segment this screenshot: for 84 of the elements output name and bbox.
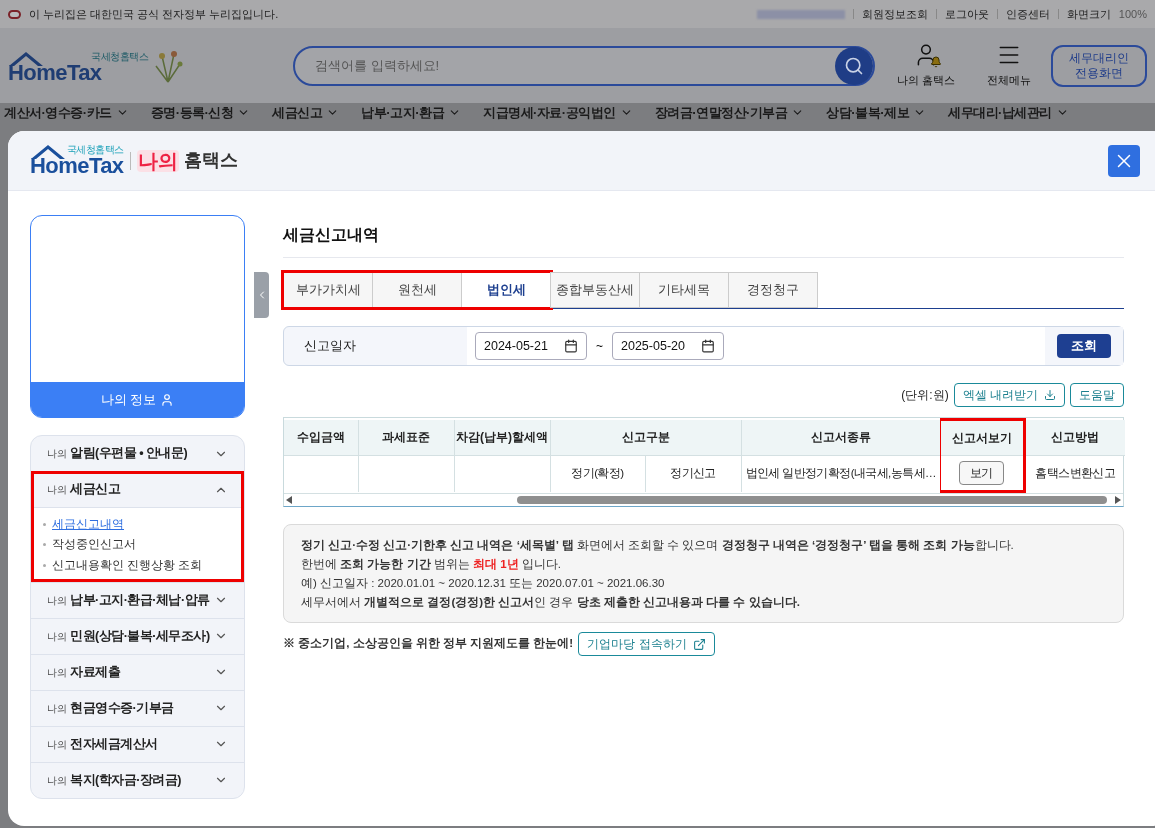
close-button[interactable] — [1108, 144, 1140, 177]
table-cell: 홈택스변환신고 — [1024, 455, 1125, 492]
column-header: 수입금액 — [284, 419, 358, 456]
excel-download-button[interactable]: 엑셀 내려받기 — [953, 383, 1065, 407]
hometax-logo[interactable]: 국세청홈택스 HomeTax — [30, 144, 124, 177]
dialog-heading: 홈택스 — [183, 149, 238, 172]
search-input[interactable]: 검색어를 입력하세요! — [315, 55, 835, 76]
agent-screen-button[interactable]: 세무대리인 전용화면 — [1051, 44, 1147, 87]
house-roof-icon — [30, 143, 66, 160]
column-header: 신고서종류 — [741, 419, 940, 456]
notice-text: 한번에 조회 가능한 기간 범위는 최대 1년 입니다. — [301, 557, 562, 572]
table-cell: 정기(확정) — [550, 455, 645, 492]
download-icon — [1044, 389, 1056, 401]
notice-text: 세무서에서 개별적으로 결정(경정)한 신고서인 경우 당초 제출한 신고내용과 다를 수 있습니다. — [301, 595, 801, 610]
notice-text: 예) 신고일자 : 2020.01.01 ~ 2020.12.31 또는 2020.07.01 ~ 2021.06.30 — [301, 576, 666, 591]
logo-subtitle: 국세청홈택스 — [66, 144, 124, 155]
logo-title: HomeTax — [30, 154, 124, 177]
nav-menu-item[interactable]: 세금신고 — [272, 103, 323, 123]
column-header: 과세표준 — [358, 419, 454, 456]
menu-section-header[interactable]: 나의 복지(학자금·장려금) — [31, 762, 244, 798]
date-field[interactable]: 2024-05-21 — [475, 332, 587, 360]
nav-menu-item[interactable]: 지급명세·자료·공익법인 — [483, 103, 616, 123]
tab[interactable]: 부가가치세 — [283, 272, 373, 308]
nav-menu-item[interactable]: 증명·등록·신청 — [150, 103, 234, 123]
tab[interactable]: 종합부동산세 — [550, 272, 640, 308]
help-button[interactable]: 도움말 — [1070, 383, 1124, 407]
support-text: ※ 중소기업, 소상공인을 위한 정부 지원제도를 한눈에! — [283, 636, 574, 652]
page-title: 세금신고내역 — [283, 225, 380, 245]
full-menu-button[interactable]: 전체메뉴 — [975, 42, 1043, 89]
banner-text: 이 누리집은 대한민국 공식 전자정부 누리집입니다. — [29, 6, 279, 22]
top-link[interactable]: 로그아웃 — [944, 5, 989, 23]
submenu-link[interactable]: 작성중인신고서 — [43, 536, 232, 554]
notice-text: 정기 신고·수정 신고·기한후 신고 내역은 ‘세목별’ 탭 화면에서 조회할 수 있으며 경정청구 내역은 ‘경정청구’ 탭을 통해 조회 가능합니다. — [301, 538, 1015, 553]
menu-section-header[interactable]: 나의 납부·고지·환급·체납·압류 — [31, 582, 244, 618]
bell-icon — [929, 56, 942, 69]
tab[interactable]: 원천세 — [372, 272, 462, 308]
menu-section-header[interactable]: 나의 현금영수증·기부금 — [31, 690, 244, 726]
top-link[interactable]: 회원정보조회 — [861, 5, 928, 23]
nav-menu-item[interactable]: 세무대리·납세관리 — [948, 103, 1052, 123]
nav-menu-item[interactable]: 납부·고지·환급 — [361, 103, 444, 123]
column-header: 신고방법 — [1024, 419, 1125, 456]
logo-title: HomeTax — [8, 61, 102, 84]
submenu-link[interactable]: 신고내용확인 진행상황 조회 — [43, 556, 232, 574]
view-button[interactable]: 보기 — [959, 461, 1004, 485]
menu-section-header[interactable]: 나의 전자세금계산서 — [31, 726, 244, 762]
submenu-link[interactable]: 세금신고내역 — [43, 516, 232, 534]
nav-menu-item[interactable]: 장려금·연말정산·기부금 — [654, 103, 788, 123]
nav-menu-item[interactable]: 계산서·영수증·카드 — [4, 103, 112, 123]
search-field[interactable]: 검색어를 입력하세요! — [293, 45, 875, 86]
menu-section-header[interactable]: 나의 자료제출 — [31, 654, 244, 690]
tab[interactable]: 기타세목 — [639, 272, 729, 308]
range-separator: ~ — [596, 338, 603, 355]
table-cell: 법인세 일반정기확정(내국세,농특세… — [741, 455, 940, 492]
horizontal-scrollbar[interactable] — [284, 493, 1123, 506]
column-header: 신고서보기 — [940, 419, 1024, 456]
menu-section-header[interactable]: 나의 민원(상담·불복·세무조사) — [31, 618, 244, 654]
bizinfo-link[interactable]: 기업마당 접속하기 — [578, 632, 715, 656]
my-hometax-button[interactable]: 나의 홈택스 — [884, 42, 967, 89]
calendar-icon — [564, 339, 578, 353]
my-info-button[interactable]: 나의 정보 — [31, 382, 244, 417]
column-header: 차감(납부)할세액 — [454, 419, 550, 456]
filter-label: 신고일자 — [303, 337, 357, 355]
search-icon — [844, 55, 864, 76]
search-button[interactable]: 조회 — [1057, 334, 1111, 358]
nav-menu-item[interactable]: 상담·불복·제보 — [826, 103, 910, 123]
zoom-label: 화면크기 — [1066, 6, 1111, 22]
menu-section-header[interactable]: 나의 세금신고 — [31, 472, 244, 507]
search-button[interactable] — [835, 46, 873, 85]
menu-section-header[interactable]: 나의 알림(우편물 • 안내문) — [31, 436, 244, 471]
zoom-value: 100% — [1118, 6, 1147, 22]
table-cell: 정기신고 — [645, 455, 741, 492]
date-field[interactable]: 2025-05-20 — [612, 332, 724, 360]
external-link-icon — [692, 637, 706, 651]
logo-subtitle: 국세청홈택스 — [91, 51, 148, 62]
dialog-heading-accent: 나의 — [136, 149, 179, 172]
user-icon — [160, 392, 175, 407]
collapse-handle[interactable] — [254, 272, 269, 318]
calendar-icon — [701, 339, 715, 353]
hometax-logo[interactable]: 국세청홈택스 HomeTax — [8, 51, 148, 84]
house-roof-icon — [8, 50, 44, 67]
column-header: 신고구분 — [550, 419, 741, 456]
unit-label: (단위:원) — [901, 387, 949, 404]
tab[interactable]: 경정청구 — [728, 272, 818, 308]
top-link[interactable]: 인증센터 — [1005, 5, 1050, 23]
